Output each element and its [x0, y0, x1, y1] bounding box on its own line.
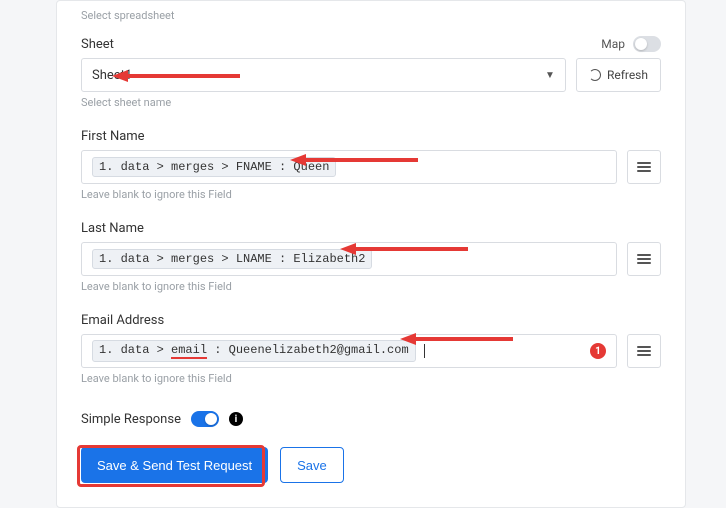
- last-name-row: 1. data > merges > LNAME : Elizabeth2: [81, 242, 661, 276]
- email-field[interactable]: 1. data > email : Queenelizabeth2@gmail.…: [81, 334, 617, 368]
- sheet-select[interactable]: Sheet1 ▼: [81, 58, 566, 92]
- first-name-menu-button[interactable]: [627, 150, 661, 184]
- save-button[interactable]: Save: [280, 447, 344, 483]
- sheet-select-row: Sheet1 ▼ Refresh: [81, 58, 661, 92]
- last-name-helper: Leave blank to ignore this Field: [81, 280, 661, 293]
- email-row: 1. data > email : Queenelizabeth2@gmail.…: [81, 334, 661, 368]
- form-panel: Select spreadsheet Sheet Map Sheet1 ▼ Re…: [56, 0, 686, 508]
- refresh-label: Refresh: [607, 68, 648, 82]
- email-label: Email Address: [81, 313, 661, 328]
- refresh-button[interactable]: Refresh: [576, 58, 661, 92]
- first-name-helper: Leave blank to ignore this Field: [81, 188, 661, 201]
- first-name-field[interactable]: 1. data > merges > FNAME : Queen: [81, 150, 617, 184]
- info-icon[interactable]: i: [229, 412, 243, 426]
- first-name-label: First Name: [81, 129, 661, 144]
- simple-response-label: Simple Response: [81, 412, 181, 427]
- menu-icon: [637, 254, 651, 264]
- map-label: Map: [601, 37, 625, 51]
- map-toggle-group: Map: [601, 36, 661, 52]
- last-name-tag: 1. data > merges > LNAME : Elizabeth2: [92, 249, 372, 269]
- email-error-badge: 1: [590, 343, 606, 359]
- sheet-label: Sheet: [81, 37, 114, 52]
- last-name-label: Last Name: [81, 221, 661, 236]
- map-toggle[interactable]: [633, 36, 661, 52]
- sheet-label-row: Sheet Map: [81, 36, 661, 52]
- first-name-tag: 1. data > merges > FNAME : Queen: [92, 157, 336, 177]
- button-row: Save & Send Test Request Save: [81, 447, 661, 483]
- menu-icon: [637, 346, 651, 356]
- email-menu-button[interactable]: [627, 334, 661, 368]
- last-name-field[interactable]: 1. data > merges > LNAME : Elizabeth2: [81, 242, 617, 276]
- first-name-row: 1. data > merges > FNAME : Queen: [81, 150, 661, 184]
- save-send-test-button[interactable]: Save & Send Test Request: [81, 447, 268, 483]
- refresh-icon: [589, 69, 601, 81]
- sheet-select-value: Sheet1: [92, 68, 132, 83]
- text-cursor: [424, 344, 425, 358]
- sheet-helper: Select sheet name: [81, 96, 661, 109]
- last-name-menu-button[interactable]: [627, 242, 661, 276]
- chevron-down-icon: ▼: [545, 70, 555, 81]
- spreadsheet-helper: Select spreadsheet: [81, 9, 661, 22]
- simple-response-toggle[interactable]: [191, 411, 219, 427]
- menu-icon: [637, 162, 651, 172]
- email-helper: Leave blank to ignore this Field: [81, 372, 661, 385]
- simple-response-row: Simple Response i: [81, 411, 661, 427]
- email-tag: 1. data > email : Queenelizabeth2@gmail.…: [92, 340, 416, 362]
